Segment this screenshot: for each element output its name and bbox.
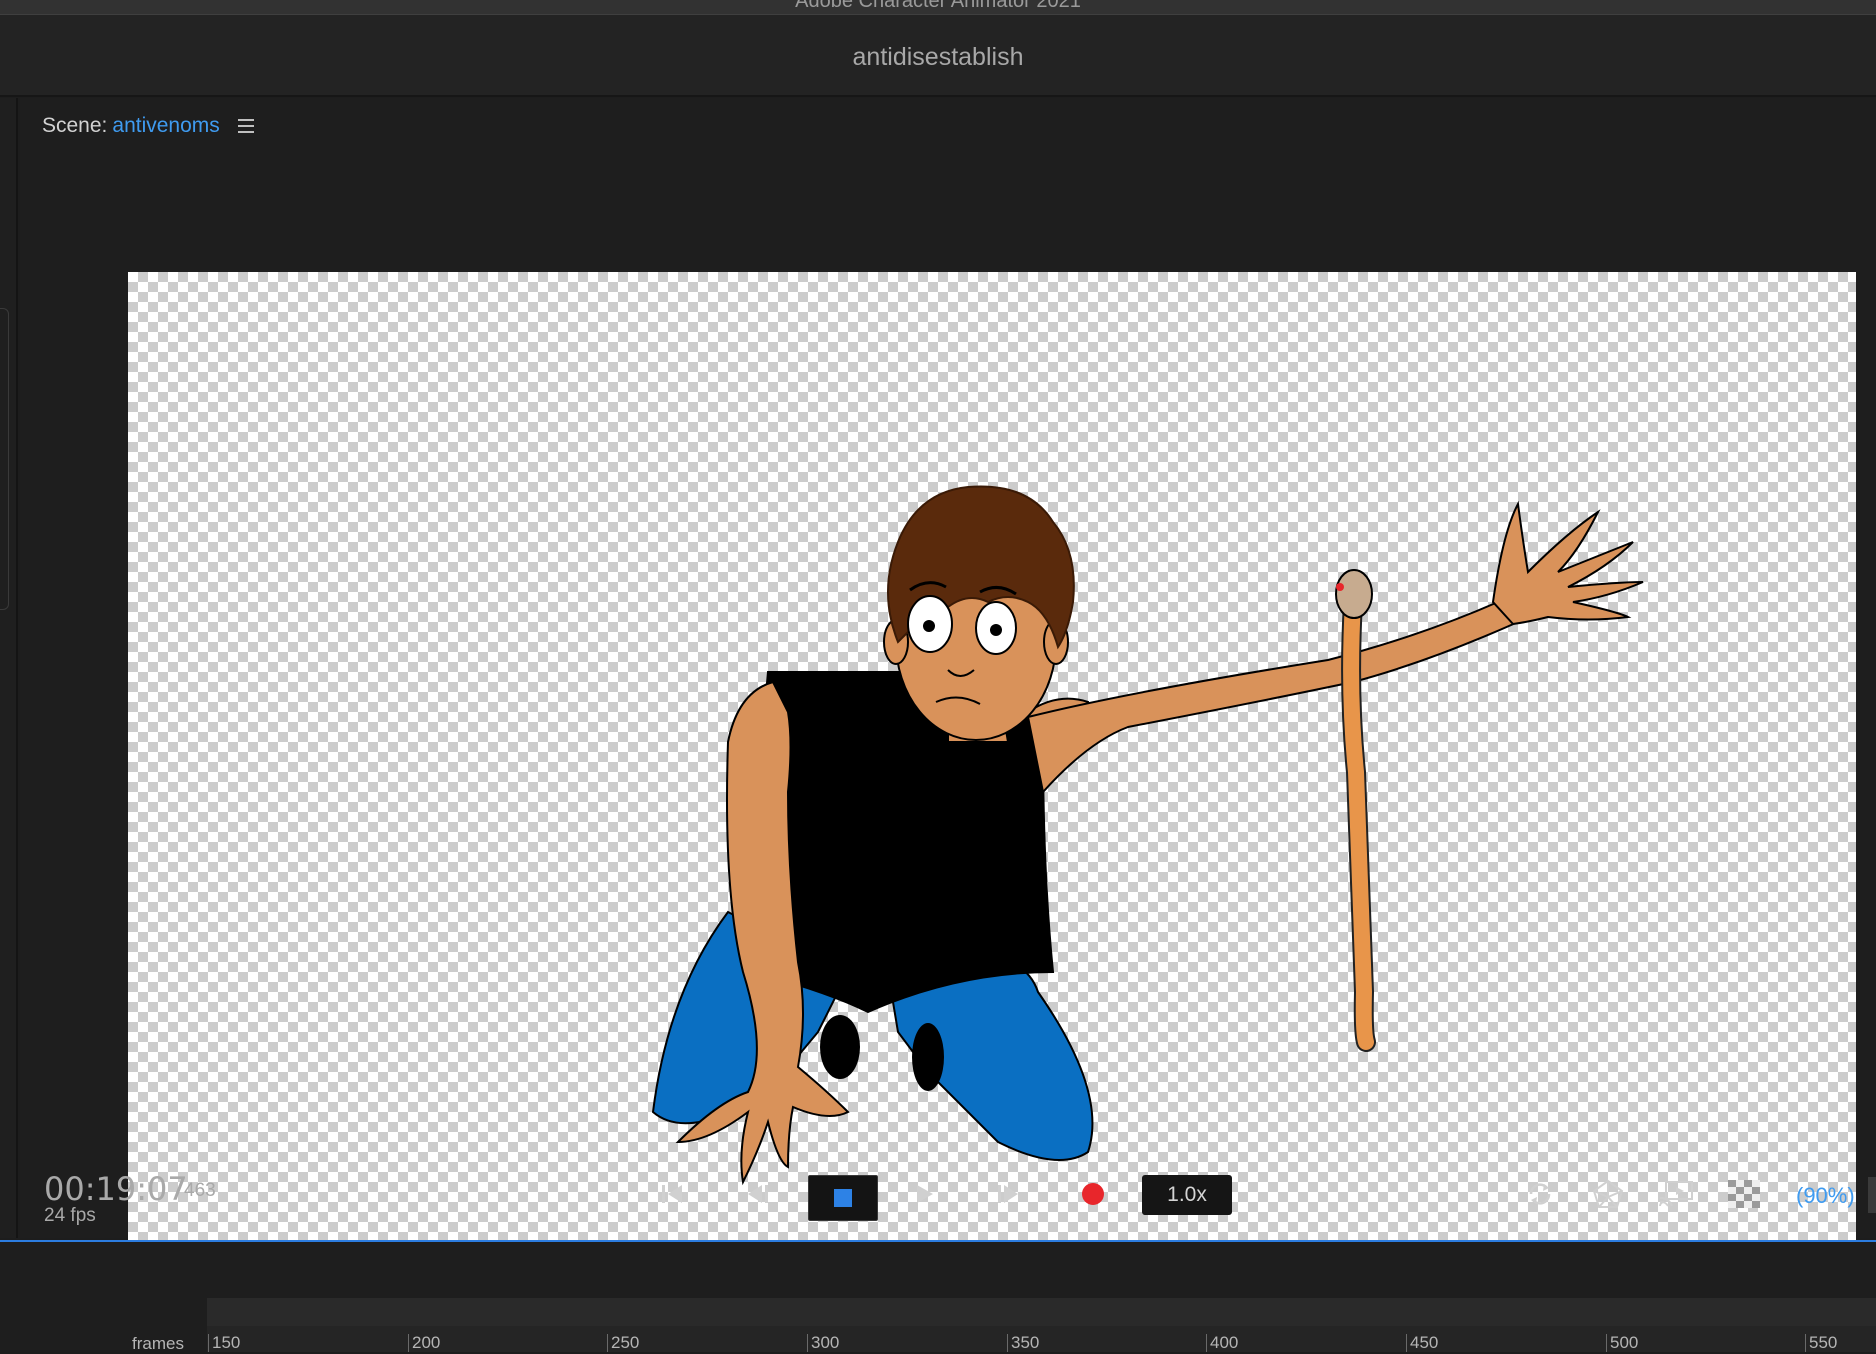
ruler-tick: 550 (1805, 1334, 1837, 1352)
ruler-tick: 450 (1406, 1334, 1438, 1352)
scene-name-link[interactable]: antivenoms (112, 114, 219, 138)
app-title: Adobe Character Animator 2021 (795, 0, 1081, 12)
record-icon[interactable] (1065, 1171, 1121, 1217)
ruler-tick: 350 (1007, 1334, 1039, 1352)
loop-icon[interactable] (1512, 1171, 1568, 1217)
playback-speed-button[interactable]: 1.0x (1142, 1175, 1232, 1215)
scene-canvas[interactable] (128, 272, 1856, 1244)
play-icon[interactable] (896, 1171, 952, 1217)
ruler-tick: 250 (607, 1334, 639, 1352)
step-back-icon[interactable] (730, 1171, 786, 1217)
ruler-tick: 150 (208, 1334, 240, 1352)
app-title-bar: Adobe Character Animator 2021 (0, 0, 1876, 15)
cast-output-icon[interactable] (1648, 1171, 1704, 1217)
go-to-start-icon[interactable] (645, 1171, 701, 1217)
fps-label: 24 fps (44, 1205, 96, 1226)
frame-number: 463 (184, 1180, 216, 1201)
scene-panel: Scene: antivenoms (20, 98, 1876, 1244)
frames-label: frames (132, 1334, 184, 1353)
wireframe-icon[interactable] (1580, 1171, 1636, 1217)
hamburger-menu-icon[interactable] (237, 119, 254, 133)
zoom-dropdown-chevron-icon[interactable] (1868, 1177, 1876, 1213)
transport-bar: 00:19:07 463 24 fps 1.0x (90%) (0, 1155, 1876, 1235)
project-name: antidisestablish (852, 43, 1024, 71)
timecode-display[interactable]: 00:19:07 (44, 1170, 188, 1208)
panel-handle[interactable] (0, 308, 9, 610)
left-panel-strip[interactable] (0, 98, 18, 1238)
ruler-tick: 500 (1606, 1334, 1638, 1352)
scene-header: Scene: antivenoms (42, 114, 254, 138)
ruler-tick: 400 (1206, 1334, 1238, 1352)
step-forward-icon[interactable] (980, 1171, 1036, 1217)
character-artwork (651, 485, 1644, 1186)
timeline-panel: frames 150 200 250 300 350 400 450 500 5… (0, 1242, 1876, 1353)
project-header: antidisestablish (0, 15, 1876, 97)
transparency-grid-icon[interactable] (1716, 1171, 1772, 1217)
zoom-level[interactable]: (90%) (1796, 1183, 1855, 1209)
ruler-tick: 200 (408, 1334, 440, 1352)
scene-label: Scene: (42, 114, 108, 137)
ruler-tick: 300 (807, 1334, 839, 1352)
stop-icon[interactable] (808, 1175, 878, 1221)
